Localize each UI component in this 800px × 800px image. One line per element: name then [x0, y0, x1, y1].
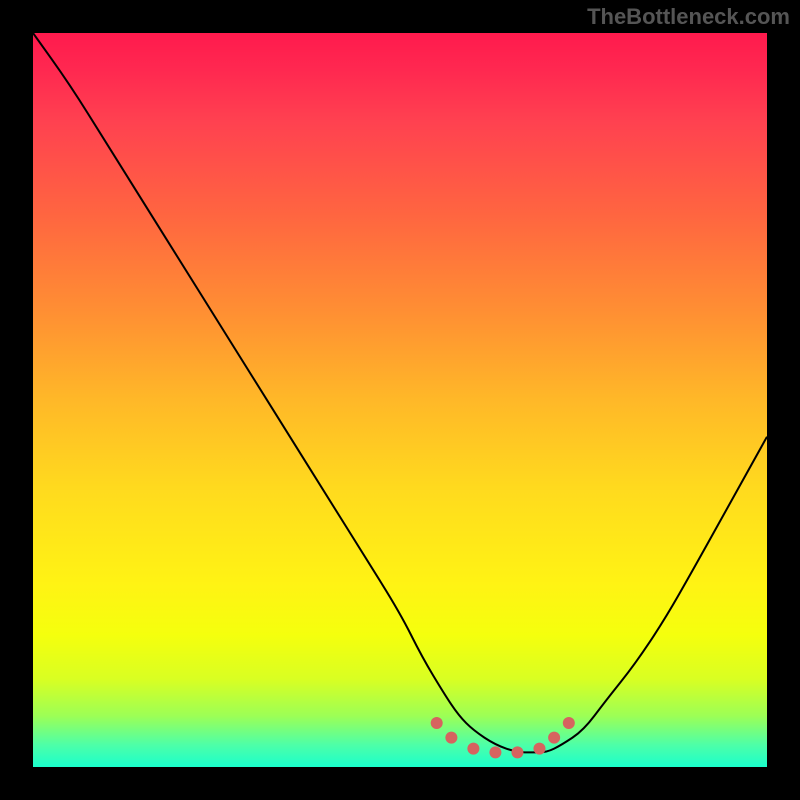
bottleneck-curve — [33, 33, 767, 767]
optimal-dot — [511, 746, 523, 758]
optimal-dot — [563, 717, 575, 729]
optimal-dot — [467, 743, 479, 755]
optimal-dot — [431, 717, 443, 729]
optimal-dot — [533, 743, 545, 755]
watermark-text: TheBottleneck.com — [587, 4, 790, 30]
optimal-dot — [548, 732, 560, 744]
optimal-dot — [489, 746, 501, 758]
chart-plot-area — [33, 33, 767, 767]
optimal-dot — [445, 732, 457, 744]
optimal-zone-dots — [431, 717, 575, 758]
curve-line — [33, 33, 767, 752]
